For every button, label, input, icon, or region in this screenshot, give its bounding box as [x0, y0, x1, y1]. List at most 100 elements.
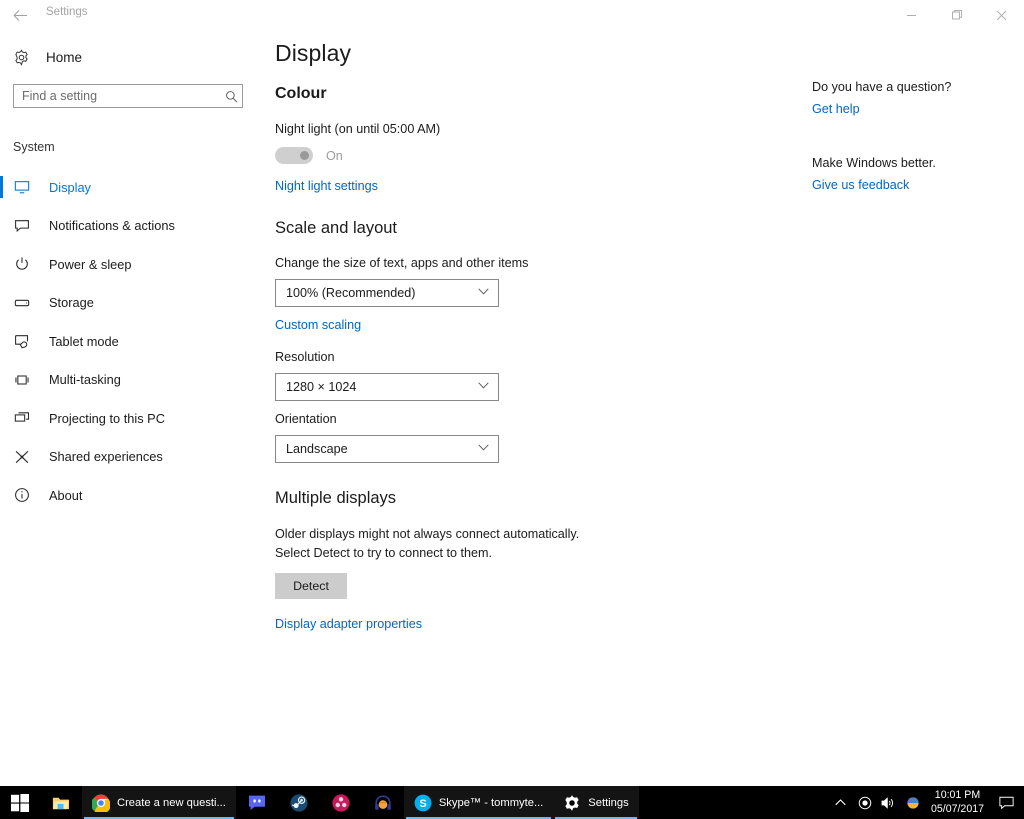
resolution-dropdown[interactable]: 1280 × 1024: [275, 373, 499, 402]
get-help-link[interactable]: Get help: [812, 102, 1012, 116]
display-adapter-properties-link[interactable]: Display adapter properties: [275, 617, 795, 631]
main-content: Display Colour Night light (on until 05:…: [275, 40, 795, 631]
monitor-icon: [13, 178, 31, 196]
gear-icon: [565, 794, 579, 811]
sidebar-item-tablet-mode[interactable]: Tablet mode: [0, 322, 258, 361]
chrome-icon: [92, 794, 110, 812]
svg-text:S: S: [419, 798, 426, 810]
tablet-icon: [13, 332, 31, 350]
window-controls: [889, 0, 1024, 30]
night-light-toggle[interactable]: [275, 147, 313, 165]
gear-icon: [12, 48, 30, 66]
sidebar-label: Storage: [49, 295, 94, 311]
clock-date: 05/07/2017: [930, 802, 984, 815]
taskbar-item-file-explorer[interactable]: [40, 786, 82, 819]
action-center-icon[interactable]: [992, 786, 1020, 819]
sidebar-item-shared-experiences[interactable]: Shared experiences: [0, 438, 258, 477]
info-icon: [13, 486, 31, 504]
orientation-label: Orientation: [275, 412, 337, 427]
sidebar-label: Power & sleep: [49, 256, 132, 272]
sidebar-item-about[interactable]: About: [0, 476, 258, 515]
sidebar-item-home[interactable]: Home: [12, 48, 82, 66]
windows-start-icon: [11, 793, 29, 812]
steam-icon: [290, 793, 308, 812]
colour-heading: Colour: [275, 85, 327, 102]
discord-icon: [248, 795, 265, 810]
sidebar-home-label: Home: [46, 49, 83, 65]
resolution-value: 1280 × 1024: [286, 380, 357, 395]
chevron-down-icon: [478, 288, 489, 298]
search-box[interactable]: [13, 84, 243, 108]
minimize-button[interactable]: [889, 0, 934, 30]
folder-icon: [52, 797, 70, 809]
title-bar: Settings: [0, 0, 1024, 30]
taskbar-label: Create a new questi...: [117, 796, 226, 809]
show-hidden-icons-chevron-up-icon[interactable]: [829, 786, 853, 819]
taskbar-item-discord[interactable]: [236, 786, 278, 819]
project-icon: [13, 409, 31, 427]
sidebar: Home System Display: [0, 30, 258, 786]
scale-and-layout-heading: Scale and layout: [275, 219, 398, 238]
question-heading: Do you have a question?: [812, 80, 952, 94]
sidebar-item-projecting-to-this-pc[interactable]: Projecting to this PC: [0, 399, 258, 438]
night-light-toggle-state: On: [326, 148, 343, 163]
give-us-feedback-link[interactable]: Give us feedback: [812, 178, 1012, 192]
sidebar-group-label: System: [13, 140, 55, 154]
night-light-settings-link[interactable]: Night light settings: [275, 179, 795, 193]
sidebar-nav: Display Notifications & actions Power & …: [0, 168, 258, 515]
night-light-label: Night light (on until 05:00 AM): [275, 122, 441, 136]
volume-icon[interactable]: [877, 786, 901, 819]
sidebar-label: Shared experiences: [49, 449, 163, 465]
detect-button[interactable]: Detect: [275, 572, 347, 599]
sidebar-item-display[interactable]: Display: [0, 168, 258, 207]
window-title: Settings: [46, 6, 88, 18]
record-indicator-icon[interactable]: [853, 786, 877, 819]
chevron-down-icon: [478, 444, 489, 454]
help-rail: Do you have a question? Get help Make Wi…: [812, 80, 1012, 192]
taskbar-item-chrome[interactable]: Create a new questi...: [82, 786, 236, 819]
taskbar-item-steam[interactable]: [278, 786, 320, 819]
search-input[interactable]: [14, 89, 220, 103]
taskbar-item-audio-app[interactable]: [362, 786, 404, 819]
sidebar-item-power-sleep[interactable]: Power & sleep: [0, 245, 258, 284]
headphones-icon: [374, 794, 391, 810]
taskbar: Create a new questi... S Skype™ - tommyt…: [0, 786, 1024, 819]
taskbar-item-skype[interactable]: S Skype™ - tommyte...: [403, 786, 554, 819]
skype-icon: S: [414, 794, 432, 811]
text-size-label: Change the size of text, apps and other …: [275, 256, 529, 271]
sidebar-label: Projecting to this PC: [49, 410, 165, 426]
taskbar-item-settings[interactable]: Settings: [553, 786, 639, 819]
taskbar-item-davinci-resolve[interactable]: [320, 786, 362, 819]
resolution-label: Resolution: [275, 350, 335, 365]
maximize-button[interactable]: [934, 0, 979, 30]
power-icon: [13, 255, 31, 273]
system-tray: 10:01 PM 05/07/2017: [829, 786, 1024, 819]
night-light-toggle-row: On: [275, 147, 795, 165]
multitask-icon: [13, 371, 31, 389]
night-light-tray-icon[interactable]: [901, 786, 925, 819]
page-title: Display: [275, 40, 352, 66]
sidebar-label: About: [49, 487, 83, 503]
close-button[interactable]: [979, 0, 1024, 30]
sidebar-item-storage[interactable]: Storage: [0, 284, 258, 323]
nightlight-glyph: [907, 796, 919, 809]
clock[interactable]: 10:01 PM 05/07/2017: [925, 789, 992, 815]
orientation-dropdown[interactable]: Landscape: [275, 435, 499, 464]
back-arrow-icon[interactable]: [8, 3, 32, 27]
custom-scaling-link[interactable]: Custom scaling: [275, 318, 795, 332]
toggle-knob: [300, 151, 309, 161]
sidebar-item-notifications-actions[interactable]: Notifications & actions: [0, 207, 258, 246]
sidebar-label: Display: [49, 179, 91, 195]
settings-window: Settings Home Find a setting System Disp…: [0, 0, 1024, 819]
feedback-heading: Make Windows better.: [812, 156, 936, 170]
sidebar-label: Multi-tasking: [49, 372, 121, 388]
search-icon[interactable]: [220, 85, 242, 107]
orientation-value: Landscape: [286, 442, 348, 457]
start-button[interactable]: [0, 786, 40, 819]
multiple-displays-heading: Multiple displays: [275, 489, 397, 508]
sidebar-item-multi-tasking[interactable]: Multi-tasking: [0, 361, 258, 400]
text-size-dropdown[interactable]: 100% (Recommended): [275, 279, 499, 308]
clock-time: 10:01 PM: [934, 789, 981, 802]
sidebar-label: Notifications & actions: [49, 218, 175, 234]
share-icon: [13, 448, 31, 466]
